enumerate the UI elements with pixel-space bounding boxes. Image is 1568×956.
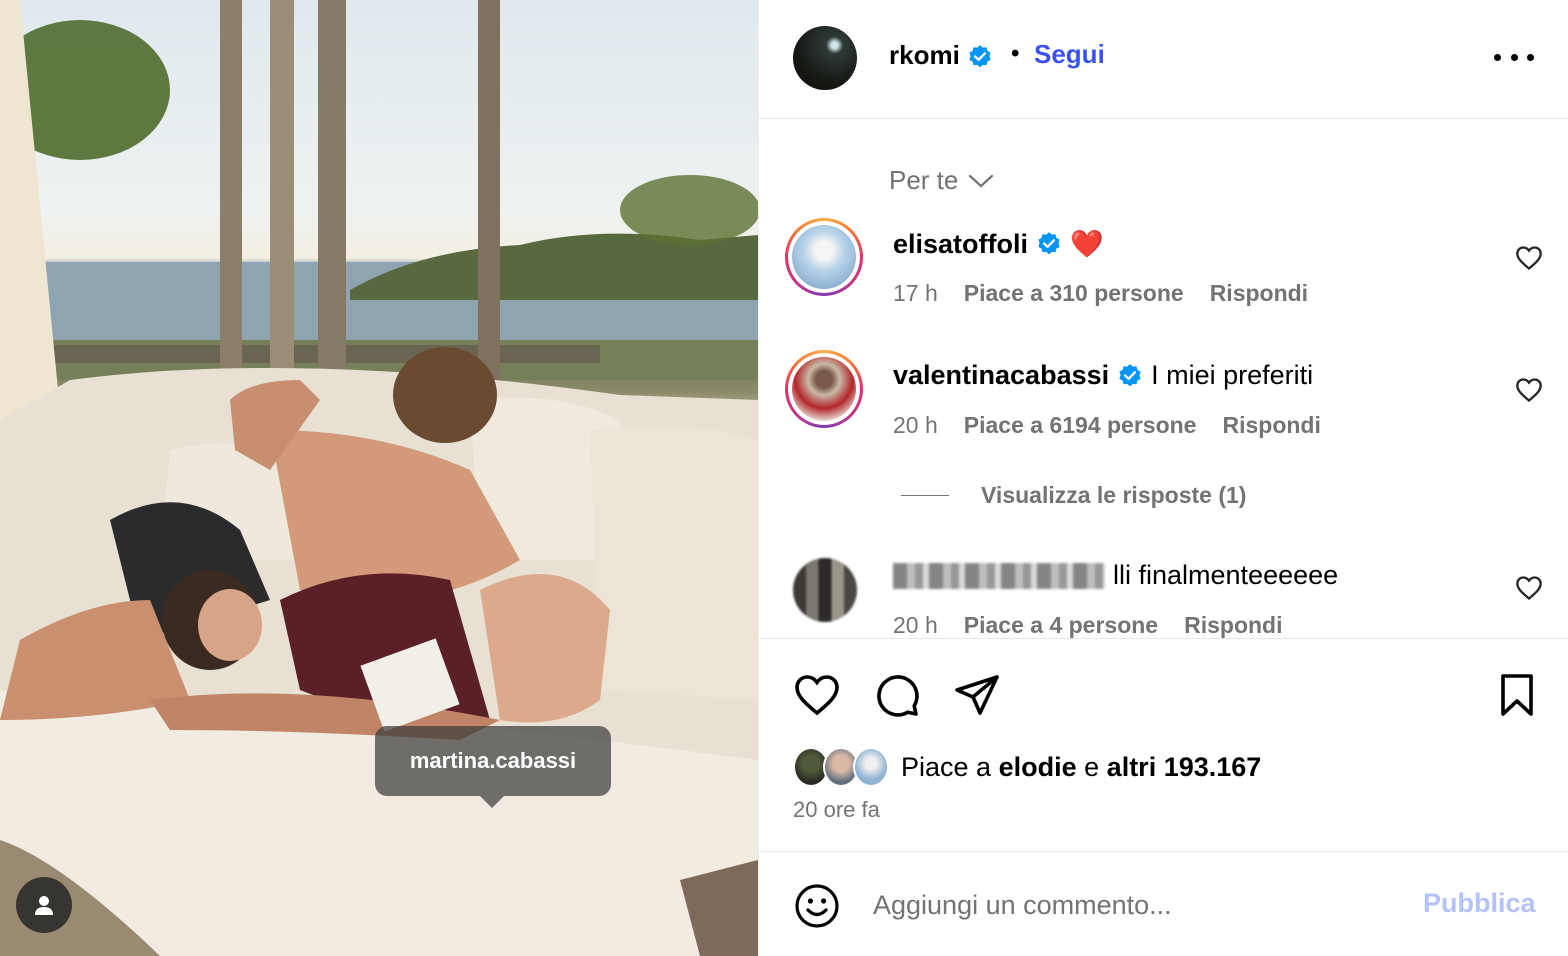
comment-time[interactable]: 20 h	[893, 412, 938, 439]
comment-text: lli finalmenteeeeee	[1113, 560, 1339, 590]
comment-like-heart-icon[interactable]	[1515, 574, 1543, 602]
likes-summary[interactable]: Piace a elodie e altri 193.167	[793, 747, 1261, 787]
author-username-row: rkomi	[889, 40, 993, 71]
author-username[interactable]: rkomi	[889, 40, 960, 70]
likes-prefix: Piace a	[901, 751, 992, 782]
reply-button[interactable]: Rispondi	[1184, 612, 1282, 638]
comment-username-pixelated[interactable]	[893, 562, 1105, 589]
likes-first-user[interactable]: elodie	[999, 752, 1077, 782]
chevron-down-icon	[969, 174, 994, 187]
verified-badge-icon	[1038, 232, 1060, 255]
heart-icon[interactable]	[793, 671, 841, 719]
user-tag-icon	[35, 896, 53, 915]
comment-username[interactable]: valentinacabassi	[893, 360, 1109, 391]
verified-badge-icon	[969, 45, 991, 68]
comment-sort-label: Per te	[889, 165, 959, 195]
comment-time[interactable]: 20 h	[893, 612, 938, 638]
add-comment-bar: Pubblica	[759, 851, 1568, 956]
header-separator: •	[1011, 40, 1020, 67]
comment-avatar[interactable]	[793, 558, 857, 622]
view-replies-button[interactable]: Visualizza le risposte (1)	[901, 482, 1246, 509]
more-dot-icon	[1527, 53, 1534, 61]
liker-avatar	[853, 747, 889, 787]
comment-like-heart-icon[interactable]	[1515, 244, 1543, 272]
likes-connector: e	[1084, 751, 1100, 782]
comment-avatar[interactable]	[785, 350, 863, 428]
emoji-icon[interactable]	[793, 882, 841, 930]
more-dot-icon	[1494, 53, 1501, 61]
user-tag-bubble[interactable]: martina.cabassi	[375, 726, 611, 808]
post-timestamp[interactable]: 20 ore fa	[793, 797, 880, 823]
comment-icon[interactable]	[873, 671, 921, 719]
user-tag-button[interactable]	[16, 877, 72, 933]
view-replies-label: Visualizza le risposte (1)	[981, 482, 1247, 508]
publish-button[interactable]: Pubblica	[1423, 888, 1536, 919]
post-sidebar: rkomi • Segui Per te elisatoffoli ❤️ 17 …	[758, 0, 1568, 956]
likes-others[interactable]: altri 193.167	[1107, 752, 1262, 782]
reply-button[interactable]: Rispondi	[1210, 280, 1308, 307]
reply-button[interactable]: Rispondi	[1222, 412, 1320, 439]
post-actions: Piace a elodie e altri 193.167 20 ore fa	[759, 638, 1568, 850]
comment-avatar[interactable]	[785, 218, 863, 296]
comment-text: ❤️	[1070, 229, 1104, 259]
post-image	[0, 0, 758, 956]
post-photo[interactable]: martina.cabassi	[0, 0, 758, 956]
comment-time[interactable]: 17 h	[893, 280, 938, 307]
comment-like-heart-icon[interactable]	[1515, 376, 1543, 404]
comment-likes-count[interactable]: Piace a 6194 persone	[964, 412, 1197, 439]
follow-button[interactable]: Segui	[1034, 39, 1105, 70]
comment-likes-count[interactable]: Piace a 4 persone	[964, 612, 1158, 638]
replies-divider	[901, 495, 949, 496]
send-icon[interactable]	[953, 671, 1001, 719]
comments-list[interactable]: Per te elisatoffoli ❤️ 17 h Piace a 310 …	[759, 120, 1568, 638]
likes-text: Piace a elodie e altri 193.167	[901, 752, 1261, 783]
comment-likes-count[interactable]: Piace a 310 persone	[964, 280, 1184, 307]
comment-input[interactable]	[873, 884, 1393, 926]
user-tag-label: martina.cabassi	[409, 748, 577, 773]
bookmark-icon[interactable]	[1493, 671, 1541, 719]
comment-text: I miei preferiti	[1151, 360, 1314, 390]
verified-badge-icon	[1119, 363, 1141, 386]
more-options-button[interactable]	[1494, 40, 1534, 74]
more-dot-icon	[1510, 53, 1518, 61]
post-header: rkomi • Segui	[759, 0, 1568, 119]
comment-username[interactable]: elisatoffoli	[893, 229, 1028, 260]
comment-sort-dropdown[interactable]: Per te	[889, 165, 994, 196]
author-avatar[interactable]	[793, 26, 857, 90]
